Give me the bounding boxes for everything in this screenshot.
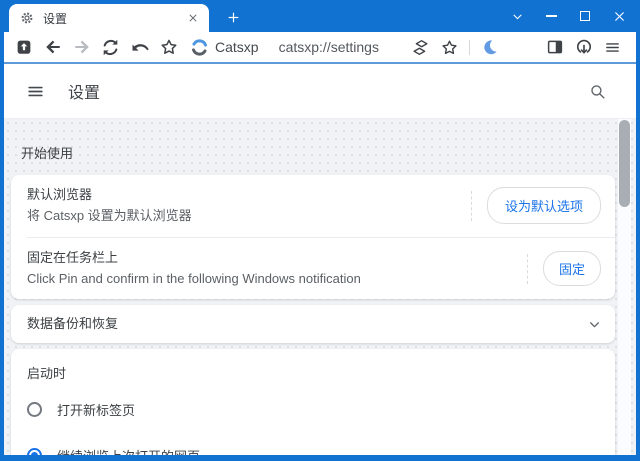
site-brand-chip[interactable]: Catsxp	[191, 38, 259, 56]
undo-button[interactable]	[127, 35, 152, 60]
section-label: 开始使用	[21, 146, 74, 161]
undo-icon	[131, 38, 149, 56]
default-browser-subtitle: 将 Catsxp 设置为默认浏览器	[27, 207, 192, 223]
side-panel-button[interactable]	[542, 35, 567, 60]
row-separator	[470, 190, 472, 221]
page-title: 设置	[68, 85, 101, 102]
downloads-button[interactable]	[571, 35, 596, 60]
getting-started-card: 默认浏览器 将 Catsxp 设置为默认浏览器 设为默认选项 固定在任务栏上 C…	[11, 175, 615, 300]
tab-title: 设置	[43, 11, 68, 26]
star-icon	[160, 38, 178, 56]
menu-icon	[26, 82, 45, 101]
address-bar[interactable]: catsxp://settings	[279, 39, 406, 55]
browser-window: 设置 Catsxp catsxp://settings 设置 开始使用 默认浏览…	[0, 0, 640, 461]
maximize-icon	[580, 11, 590, 21]
startup-option-new-tab[interactable]: 打开新标签页	[11, 390, 615, 428]
pin-taskbar-title: 固定在任务栏上	[27, 249, 119, 265]
catsxp-logo-icon	[191, 38, 208, 56]
radio-label[interactable]: 打开新标签页	[57, 400, 135, 419]
brand-label: Catsxp	[215, 39, 259, 55]
default-browser-title: 默认浏览器	[27, 187, 93, 202]
browser-menu-button[interactable]	[600, 35, 625, 60]
refresh-icon	[101, 38, 120, 57]
back-button[interactable]	[40, 35, 65, 60]
moon-icon	[481, 38, 499, 56]
settings-header: 设置	[4, 64, 636, 119]
tab-close-icon[interactable]	[184, 9, 202, 27]
pin-button[interactable]: 固定	[542, 251, 601, 287]
startup-card: 启动时 打开新标签页 继续浏览上次打开的网页	[11, 349, 615, 455]
stacked-layers-icon	[411, 38, 430, 57]
upload-box-button[interactable]	[11, 35, 36, 60]
chevron-down-icon[interactable]	[588, 318, 601, 331]
default-browser-row: 默认浏览器 将 Catsxp 设置为默认浏览器 设为默认选项	[11, 175, 615, 237]
backup-card: 数据备份和恢复	[11, 305, 615, 344]
bookmark-button[interactable]	[437, 35, 462, 60]
new-tab-button[interactable]	[219, 4, 247, 30]
radio-icon[interactable]	[27, 401, 42, 417]
scrollbar-thumb[interactable]	[619, 120, 630, 207]
radio-label[interactable]: 继续浏览上次打开的网页	[57, 446, 200, 455]
forward-icon	[73, 38, 91, 56]
sidebar-icon	[546, 38, 564, 56]
plus-icon	[227, 11, 240, 24]
toolbar: Catsxp catsxp://settings	[4, 32, 636, 62]
backup-title: 数据备份和恢复	[27, 315, 119, 331]
startup-title: 启动时	[27, 366, 67, 382]
toolbar-separator	[469, 39, 470, 55]
set-default-button[interactable]: 设为默认选项	[486, 187, 601, 225]
row-separator	[526, 253, 528, 284]
radio-icon[interactable]	[27, 447, 42, 455]
minimize-button[interactable]	[534, 1, 568, 31]
home-star-button[interactable]	[156, 35, 181, 60]
tab-settings[interactable]: 设置	[9, 4, 209, 32]
menu-icon	[604, 39, 621, 56]
forward-button[interactable]	[69, 35, 94, 60]
gear-icon	[20, 11, 34, 25]
maximize-button[interactable]	[568, 1, 602, 31]
close-icon	[613, 10, 626, 23]
pin-taskbar-subtitle: Click Pin and confirm in the following W…	[27, 270, 361, 286]
back-icon	[44, 38, 62, 56]
refresh-button[interactable]	[98, 35, 123, 60]
startup-option-continue[interactable]: 继续浏览上次打开的网页	[11, 436, 615, 455]
settings-content: 开始使用 默认浏览器 将 Catsxp 设置为默认浏览器 设为默认选项 固定在任…	[4, 119, 636, 455]
row-text: 默认浏览器 将 Catsxp 设置为默认浏览器	[27, 186, 471, 226]
download-icon	[575, 38, 593, 56]
dark-mode-button[interactable]	[477, 35, 502, 60]
downloads-chevron-button[interactable]	[500, 1, 534, 31]
upload-box-icon	[15, 38, 33, 56]
stacked-layers-button[interactable]	[408, 35, 433, 60]
row-text: 固定在任务栏上 Click Pin and confirm in the fol…	[27, 249, 527, 289]
backup-expand-row[interactable]: 数据备份和恢复	[11, 305, 615, 343]
search-icon	[589, 83, 606, 100]
titlebar: 设置	[4, 0, 636, 32]
settings-menu-button[interactable]	[23, 79, 47, 103]
bookmark-star-icon	[441, 39, 458, 56]
minimize-icon	[545, 15, 557, 17]
pin-taskbar-row: 固定在任务栏上 Click Pin and confirm in the fol…	[11, 238, 615, 300]
chevron-down-icon	[511, 10, 524, 23]
close-window-button[interactable]	[602, 1, 636, 31]
settings-search-button[interactable]	[585, 79, 609, 103]
